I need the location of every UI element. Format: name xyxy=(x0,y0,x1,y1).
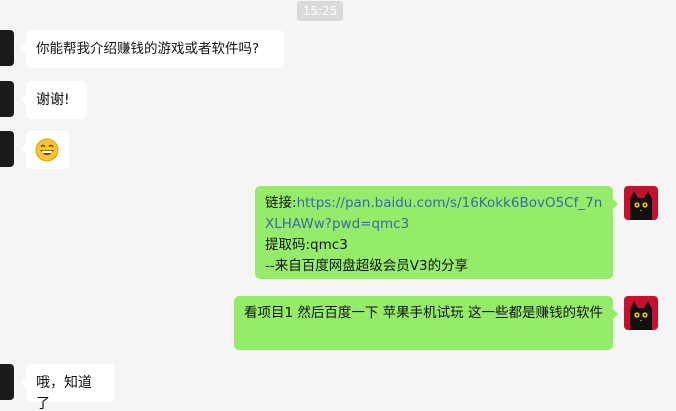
timestamp: 15:25 xyxy=(297,1,343,21)
cat-avatar-icon xyxy=(624,296,658,330)
extraction-code: 提取码:qmc3 xyxy=(265,237,348,253)
message-bubble-incoming[interactable] xyxy=(21,131,69,169)
message-bubble-incoming[interactable]: 你能帮我介绍赚钱的游戏或者软件吗? xyxy=(21,30,284,68)
message-bubble-incoming[interactable]: 哦，知道了 xyxy=(21,364,115,411)
contact-avatar[interactable] xyxy=(0,131,14,167)
message-bubble-outgoing[interactable]: 链接:https://pan.baidu.com/s/16Kokk6BovO5C… xyxy=(255,186,618,279)
cat-avatar-icon xyxy=(624,186,658,220)
message-text: 你能帮我介绍赚钱的游戏或者软件吗? xyxy=(36,41,260,57)
my-avatar[interactable] xyxy=(624,186,658,220)
my-avatar[interactable] xyxy=(624,296,658,330)
contact-avatar[interactable] xyxy=(0,81,14,117)
contact-avatar[interactable] xyxy=(0,30,14,66)
message-bubble-incoming[interactable]: 谢谢! xyxy=(21,81,87,119)
message-text: 哦，知道了 xyxy=(36,375,92,411)
link-label: 链接: xyxy=(265,195,297,211)
message-text: 看项目1 然后百度一下 苹果手机试玩 这一些都是赚钱的软件 xyxy=(244,305,603,321)
share-source: --来自百度网盘超级会员V3的分享 xyxy=(265,258,469,274)
message-bubble-outgoing[interactable]: 看项目1 然后百度一下 苹果手机试玩 这一些都是赚钱的软件 xyxy=(234,296,618,350)
message-text: 谢谢! xyxy=(36,92,70,108)
share-link[interactable]: https://pan.baidu.com/s/16Kokk6BovO5Cf_7… xyxy=(265,195,602,232)
contact-avatar[interactable] xyxy=(0,364,14,400)
grinning-face-emoji xyxy=(35,138,59,162)
